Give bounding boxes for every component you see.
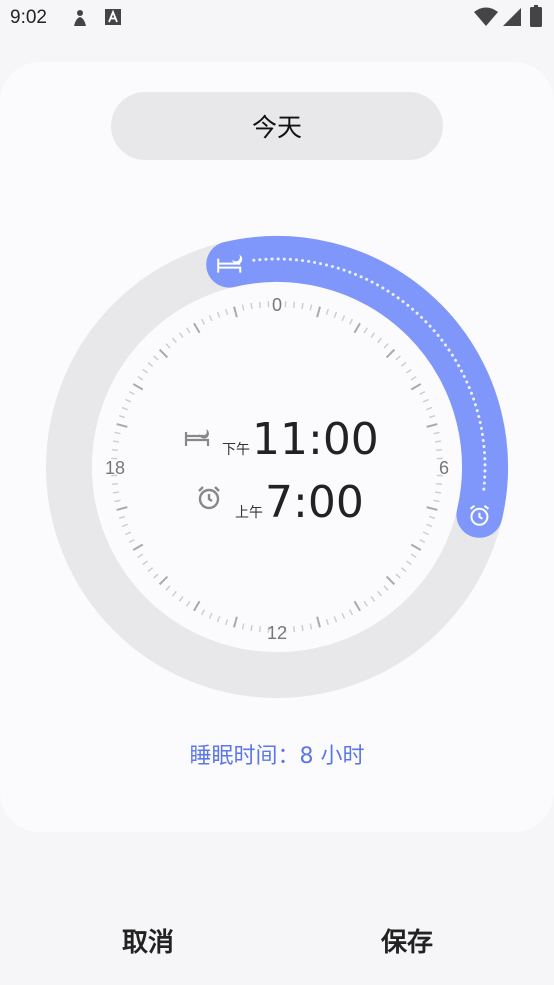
dial-label-12: 12 [267, 623, 287, 643]
sleep-duration-summary: 睡眠时间：8 小时 [189, 744, 365, 769]
dial-tick [250, 624, 253, 632]
dial-tick [111, 483, 118, 486]
dial-tick [258, 626, 261, 633]
bedtime-time: 11:00 [252, 414, 379, 465]
wake-time: 7:00 [265, 477, 364, 528]
dial-tick [434, 440, 442, 443]
dial-tick [301, 302, 304, 310]
cancel-button[interactable]: 取消 [68, 922, 228, 959]
bedtime-readout: 下午 11:00 [222, 414, 379, 465]
dial-tick [111, 448, 118, 451]
dial-tick [293, 301, 296, 308]
dial-tick [436, 448, 443, 451]
dial-tick [112, 491, 120, 494]
dial-label-0: 0 [272, 295, 282, 315]
wake-ampm: 上午 [235, 505, 263, 521]
wake-readout: 上午 7:00 [235, 477, 364, 528]
dial-tick [258, 301, 261, 308]
dial-face [92, 282, 462, 652]
save-button[interactable]: 保存 [327, 922, 487, 959]
bedtime-ampm: 下午 [222, 442, 250, 458]
bedtime-icon [184, 429, 210, 446]
dial-tick [301, 624, 304, 632]
dial-tick [434, 491, 442, 494]
wake-alarm-icon [198, 486, 220, 510]
dial-label-18: 18 [105, 458, 125, 478]
dial-label-6: 6 [439, 458, 449, 478]
dial-tick [112, 440, 120, 443]
dial-tick [293, 626, 296, 633]
dial-tick [436, 483, 443, 486]
dial-tick [250, 302, 253, 310]
